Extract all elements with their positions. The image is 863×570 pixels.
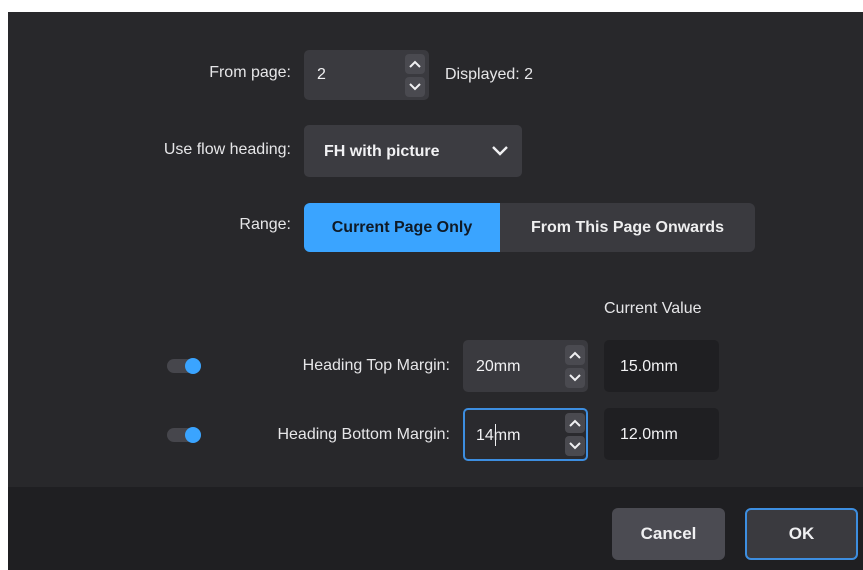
dialog-footer xyxy=(8,487,863,570)
flow-heading-label: Use flow heading: xyxy=(163,141,291,158)
cancel-button[interactable]: Cancel xyxy=(612,508,725,560)
from-page-label: From page: xyxy=(209,64,291,81)
heading-bottom-margin-toggle[interactable] xyxy=(167,427,201,443)
current-value-header: Current Value xyxy=(604,300,702,317)
chevron-down-icon[interactable] xyxy=(565,368,585,388)
heading-top-margin-stepper[interactable] xyxy=(565,343,585,393)
text-caret xyxy=(495,424,496,446)
heading-bottom-margin-stepper[interactable] xyxy=(565,411,585,461)
chevron-down-icon[interactable] xyxy=(565,436,585,456)
ok-button[interactable]: OK xyxy=(745,508,858,560)
chevron-up-icon[interactable] xyxy=(405,54,425,74)
flow-heading-dropdown[interactable]: FH with picture xyxy=(304,125,522,177)
range-from-this-page-onwards-button[interactable]: From This Page Onwards xyxy=(500,203,755,252)
displayed-page-label: Displayed: 2 xyxy=(445,66,534,83)
heading-top-margin-current-value: 15.0mm xyxy=(604,340,719,392)
chevron-up-icon[interactable] xyxy=(565,345,585,365)
dropdown-chevron-icon xyxy=(492,146,508,156)
range-label: Range: xyxy=(239,216,291,233)
heading-top-margin-label: Heading Top Margin: xyxy=(302,357,450,374)
chevron-down-icon[interactable] xyxy=(405,77,425,97)
from-page-stepper[interactable] xyxy=(405,52,425,102)
heading-bottom-margin-label: Heading Bottom Margin: xyxy=(277,426,450,443)
heading-bottom-margin-current-value: 12.0mm xyxy=(604,408,719,460)
range-current-page-button[interactable]: Current Page Only xyxy=(304,203,500,252)
heading-top-margin-toggle[interactable] xyxy=(167,358,201,374)
chevron-up-icon[interactable] xyxy=(565,413,585,433)
